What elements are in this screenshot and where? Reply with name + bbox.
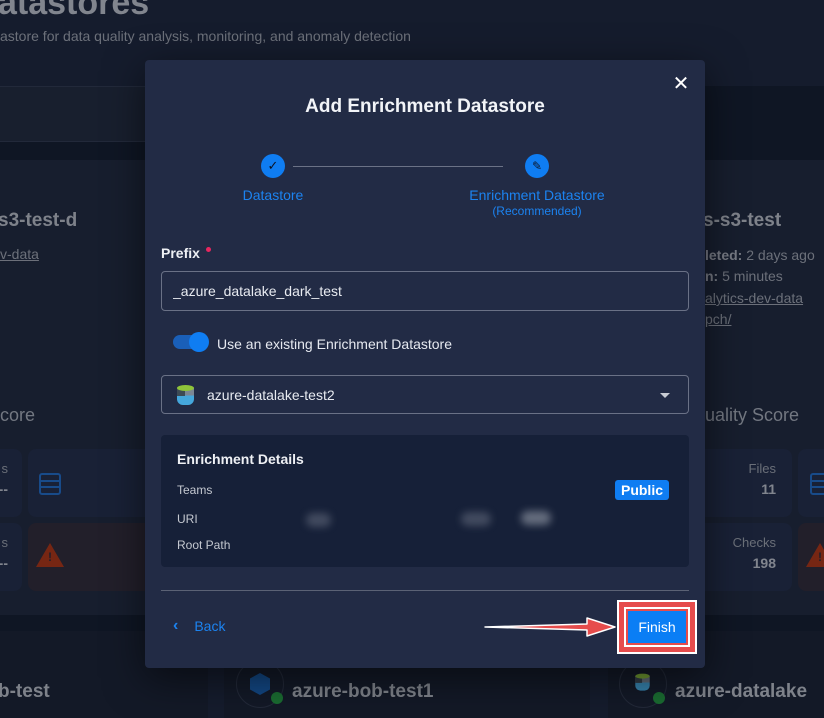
enrichment-details-panel: Enrichment Details Teams Public URI Root… <box>161 435 689 567</box>
back-label: Back <box>194 618 226 634</box>
chevron-down-icon[interactable] <box>660 393 670 398</box>
redacted-uri <box>306 513 331 527</box>
teams-label: Teams <box>177 483 213 497</box>
redacted-uri <box>521 511 551 525</box>
step-enrichment-sublabel: (Recommended) <box>492 204 582 218</box>
chevron-left-icon: ‹ <box>173 617 179 634</box>
use-existing-label: Use an existing Enrichment Datastore <box>217 336 452 352</box>
root-path-label: Root Path <box>177 538 231 552</box>
bucket-icon <box>177 385 194 406</box>
teams-public-badge: Public <box>614 480 669 500</box>
redacted-uri <box>461 512 491 526</box>
annotation-highlight: Finish <box>617 600 697 654</box>
enrichment-datastore-select[interactable]: azure-datalake-test2 <box>161 375 689 414</box>
step-enrichment-label: Enrichment Datastore <box>469 187 605 203</box>
annotation-arrow-icon <box>484 617 616 637</box>
required-indicator <box>206 247 211 252</box>
back-button[interactable]: ‹ Back <box>173 616 225 636</box>
close-icon[interactable]: ✕ <box>671 74 691 94</box>
dialog-title: Add Enrichment Datastore <box>305 96 545 117</box>
prefix-label: Prefix <box>161 245 200 261</box>
finish-button[interactable]: Finish <box>628 611 686 643</box>
step-datastore-check-icon: ✓ <box>261 154 285 178</box>
stepper-connector <box>293 166 503 167</box>
add-enrichment-datastore-dialog: ✕ Add Enrichment Datastore ✓ Datastore ✎… <box>145 60 705 668</box>
uri-label: URI <box>177 512 198 526</box>
details-title: Enrichment Details <box>177 451 304 467</box>
step-datastore-label[interactable]: Datastore <box>225 187 321 203</box>
prefix-input[interactable] <box>161 271 689 311</box>
toggle-knob <box>189 332 209 352</box>
use-existing-toggle[interactable] <box>173 332 209 352</box>
selected-datastore: azure-datalake-test2 <box>207 387 335 403</box>
step-enrichment-pencil-icon: ✎ <box>525 154 549 178</box>
footer-divider <box>161 590 689 591</box>
